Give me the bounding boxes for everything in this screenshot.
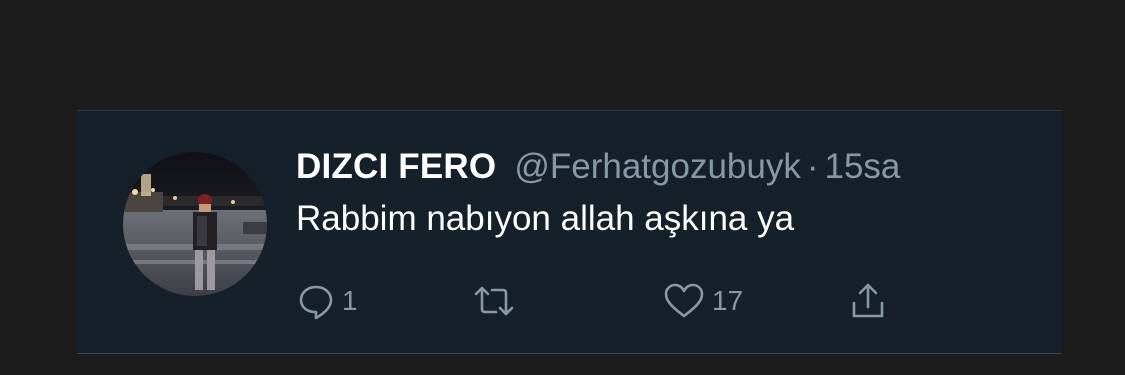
like-button[interactable]: 17 bbox=[662, 281, 743, 321]
reply-icon bbox=[299, 285, 333, 320]
avatar-photo bbox=[123, 152, 267, 296]
user-handle[interactable]: @Ferhatgozubuyk bbox=[514, 147, 801, 187]
reply-button[interactable]: 1 bbox=[296, 281, 358, 321]
heart-icon bbox=[664, 283, 704, 318]
tweet-header: DIZCI FERO @Ferhatgozubuyk · 15sa bbox=[296, 147, 1042, 187]
tweet-timestamp[interactable]: 15sa bbox=[825, 147, 901, 187]
separator-dot: · bbox=[806, 147, 819, 186]
share-button[interactable] bbox=[848, 281, 888, 321]
like-count: 17 bbox=[712, 285, 744, 316]
display-name[interactable]: DIZCI FERO bbox=[296, 147, 496, 187]
tweet-card[interactable]: DIZCI FERO @Ferhatgozubuyk · 15sa Rabbim… bbox=[77, 110, 1062, 354]
reply-count: 1 bbox=[342, 285, 358, 316]
tweet-actions: 1 17 bbox=[296, 281, 916, 321]
retweet-button[interactable] bbox=[472, 281, 516, 321]
avatar[interactable] bbox=[123, 152, 267, 296]
tweet-content: DIZCI FERO @Ferhatgozubuyk · 15sa Rabbim… bbox=[296, 147, 1042, 239]
tweet-text: Rabbim nabıyon allah aşkına ya bbox=[296, 199, 795, 238]
share-icon bbox=[852, 283, 884, 318]
retweet-icon bbox=[474, 286, 514, 316]
